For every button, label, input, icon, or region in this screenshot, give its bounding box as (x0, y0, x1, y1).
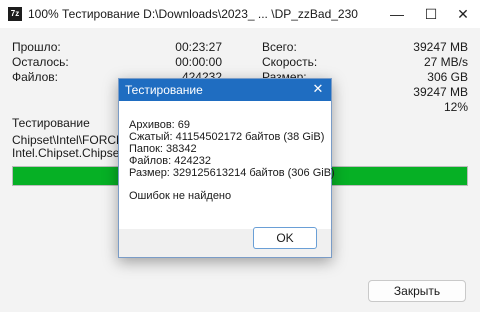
close-window-button[interactable]: ✕ (446, 0, 480, 28)
title-bar: 7z 100% Тестирование D:\Downloads\2023_ … (0, 0, 480, 28)
remaining-label: Осталось: (12, 55, 69, 69)
result-message: Ошибок не найдено (129, 190, 232, 202)
speed-value: 27 MB/s (423, 55, 468, 69)
total-value: 39247 MB (413, 40, 468, 54)
total-row: Всего: 39247 MB (262, 40, 468, 55)
archive-test-window: 7z 100% Тестирование D:\Downloads\2023_ … (0, 0, 480, 312)
elapsed-value: 00:23:27 (175, 40, 222, 54)
minimize-button[interactable]: — (380, 0, 414, 28)
speed-row: Скорость: 27 MB/s (262, 55, 468, 70)
elapsed-label: Прошло: (12, 40, 61, 54)
compression-ratio-value: 12% (443, 100, 468, 114)
dialog-title: Тестирование (125, 83, 203, 97)
window-title: 100% Тестирование D:\Downloads\2023_ ...… (28, 7, 358, 21)
elapsed-row: Прошло: 00:23:27 (12, 40, 222, 55)
compressed-size-text: Сжатый: 41154502172 байтов (38 GiB) (129, 131, 325, 143)
files-count-text: Файлов: 424232 (129, 155, 211, 167)
maximize-button[interactable]: ☐ (414, 0, 448, 28)
size-value: 306 GB (427, 70, 468, 84)
close-button[interactable]: Закрыть (368, 280, 466, 302)
folders-count-text: Папок: 38342 (129, 143, 197, 155)
test-result-dialog: Тестирование ✕ Архивов: 69 Сжатый: 41154… (118, 78, 335, 258)
dialog-close-icon[interactable]: ✕ (309, 80, 327, 98)
remaining-row: Осталось: 00:00:00 (12, 55, 222, 70)
processed-value: 39247 MB (413, 85, 468, 99)
dialog-body: Архивов: 69 Сжатый: 41154502172 байтов (… (119, 101, 335, 229)
total-label: Всего: (262, 40, 297, 54)
speed-label: Скорость: (262, 55, 318, 69)
operation-label: Тестирование (12, 116, 90, 130)
dialog-title-bar: Тестирование ✕ (119, 79, 331, 101)
uncompressed-size-text: Размер: 329125613214 байтов (306 GiB) (129, 167, 335, 179)
archives-count-text: Архивов: 69 (129, 119, 191, 131)
remaining-value: 00:00:00 (175, 55, 222, 69)
files-label: Файлов: (12, 70, 59, 84)
7zip-app-icon: 7z (8, 7, 22, 21)
ok-button[interactable]: OK (253, 227, 317, 249)
